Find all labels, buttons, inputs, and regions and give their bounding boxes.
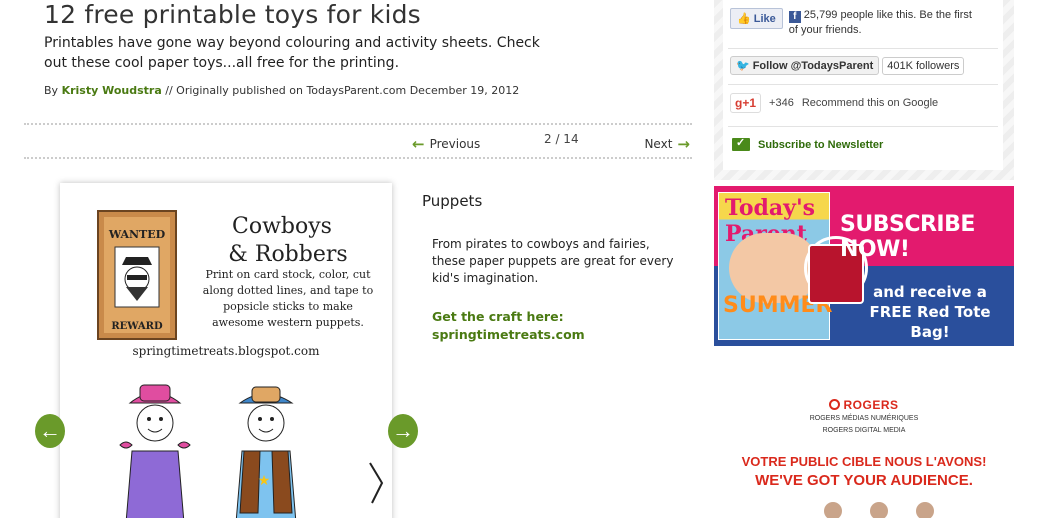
slide-counter: 2 / 14 <box>544 132 579 146</box>
facebook-row: 👍 Like f 25,799 people like this. Be the … <box>730 8 979 37</box>
previous-label: Previous <box>429 137 481 151</box>
social-divider-3 <box>728 126 998 127</box>
rogers-circle-icon <box>829 399 841 410</box>
social-box: 👍 Like f 25,799 people like this. Be the … <box>723 0 1003 170</box>
gplus-row: g+1 +346 Recommend this on Google <box>730 93 938 113</box>
facebook-like-button[interactable]: 👍 Like <box>730 8 783 29</box>
slide-prev-button[interactable]: ← <box>35 414 65 448</box>
newsletter-label: Subscribe to Newsletter <box>758 138 884 151</box>
article-title: 12 free printable toys for kids <box>44 0 421 29</box>
rogers-sub-1: ROGERS MÉDIAS NUMÉRIQUES <box>809 415 919 422</box>
wanted-text: WANTED <box>108 228 166 241</box>
next-button[interactable]: Next → <box>644 135 690 153</box>
facebook-count: f 25,799 people like this. Be the first o… <box>788 8 979 37</box>
divider-bottom <box>24 157 692 159</box>
craft-link-block: Get the craft here: springtimetreats.com <box>432 308 585 344</box>
slide-description: From pirates to cowboys and fairies, the… <box>432 237 674 285</box>
gplus-count: +346 <box>769 97 794 109</box>
next-label: Next <box>644 137 673 151</box>
previous-button[interactable]: ← Previous <box>412 135 480 153</box>
arrow-left-icon: ← <box>39 418 61 443</box>
craft-link[interactable]: springtimetreats.com <box>432 326 585 344</box>
twitter-follower-count: 401K followers <box>882 56 965 75</box>
facebook-count-text: 25,799 people like this. Be the first of… <box>788 9 972 36</box>
arrow-right-icon: → <box>677 135 690 153</box>
subscribe-headline: SUBSCRIBE NOW! <box>840 212 975 262</box>
thumbs-up-icon: 👍 <box>737 13 751 25</box>
envelope-check-icon <box>732 136 750 151</box>
svg-text:★: ★ <box>258 472 271 488</box>
twitter-follow-label: Follow @TodaysParent <box>752 60 874 72</box>
article-subtitle: Printables have gone way beyond colourin… <box>44 35 540 71</box>
gplus-button[interactable]: g+1 <box>730 93 762 113</box>
arrow-right-icon: → <box>392 418 414 443</box>
printable-title-1: Cowboys <box>232 214 332 239</box>
twitter-row: 🐦 Follow @TodaysParent 401K followers <box>730 56 965 75</box>
slide-next-button[interactable]: → <box>388 414 418 448</box>
byline-suffix: // Originally published on TodaysParent.… <box>165 84 520 97</box>
printable-instructions: Print on card stock, color, cut along do… <box>202 268 374 329</box>
rogers-english-line: WE'VE GOT YOUR AUDIENCE. <box>755 472 973 489</box>
twitter-follow-button[interactable]: 🐦 Follow @TodaysParent <box>730 56 880 75</box>
divider-top <box>24 123 692 125</box>
slide-image: WANTED REWARD Cowboys & Robbers Print on… <box>60 183 392 518</box>
rogers-logo-text: ROGERS <box>843 398 899 412</box>
rogers-french-line: VOTRE PUBLIC CIBLE NOUS L'AVONS! <box>741 454 987 469</box>
craft-label: Get the craft here: <box>432 309 564 324</box>
rogers-people-photo <box>824 502 934 518</box>
author-link[interactable]: Kristy Woudstra <box>62 84 162 97</box>
twitter-bird-icon: 🐦 <box>736 60 750 72</box>
rogers-logo: ROGERS <box>714 398 1014 412</box>
rogers-sub-2: ROGERS DIGITAL MEDIA <box>822 427 906 434</box>
printable-title-2: & Robbers <box>228 242 347 267</box>
subscribe-ad[interactable]: Today's Parent SUMMER SUBSCRIBE NOW! and… <box>714 186 1014 346</box>
gplus-text: Recommend this on Google <box>801 97 939 109</box>
arrow-left-icon: ← <box>412 135 425 153</box>
byline-prefix: By <box>44 84 59 97</box>
slideshow-pager: ← Previous 2 / 14 Next → <box>24 131 692 153</box>
cowboys-robbers-printable: WANTED REWARD Cowboys & Robbers Print on… <box>97 210 384 518</box>
printable-blog: springtimetreats.blogspot.com <box>132 344 320 358</box>
byline: By Kristy Woudstra // Originally publish… <box>44 84 519 97</box>
rogers-ad[interactable]: ROGERS ROGERS MÉDIAS NUMÉRIQUES ROGERS D… <box>714 398 1014 518</box>
subscribe-subline: and receive a FREE Red Tote Bag! <box>869 283 991 341</box>
social-divider-2 <box>728 84 998 85</box>
reward-text: REWARD <box>111 321 163 332</box>
facebook-icon: f <box>788 11 801 23</box>
gplus-button-label: +1 <box>742 96 757 110</box>
slide-heading: Puppets <box>422 192 483 210</box>
facebook-like-label: Like <box>753 13 776 25</box>
newsletter-link[interactable]: Subscribe to Newsletter <box>732 136 884 151</box>
social-divider-1 <box>728 48 998 49</box>
